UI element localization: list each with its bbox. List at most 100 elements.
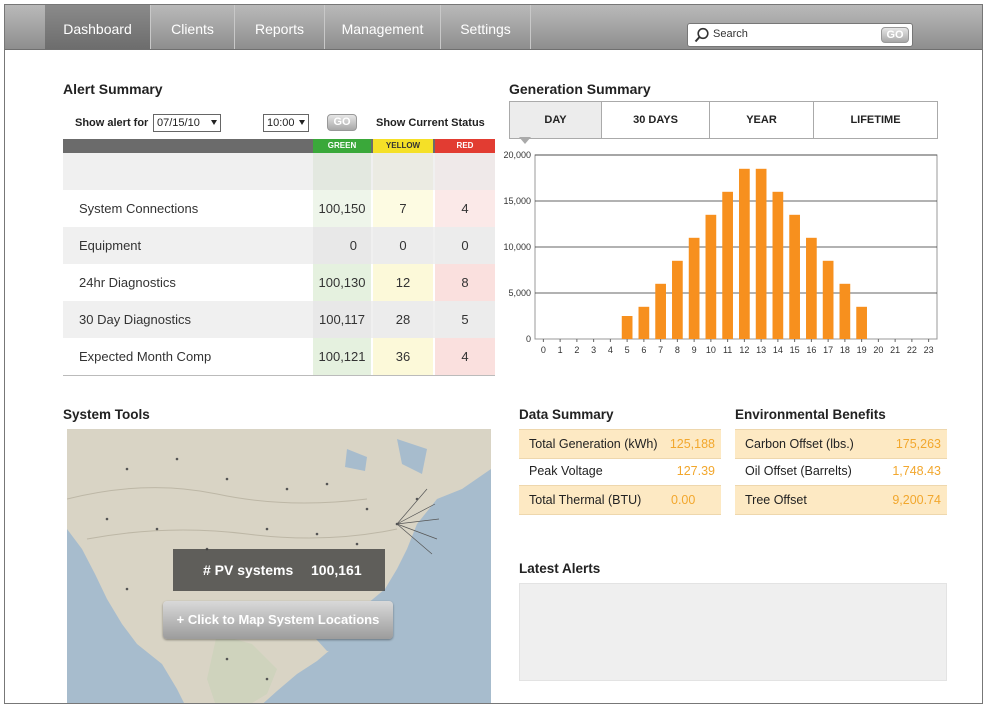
show-status-label: Show Current Status bbox=[376, 117, 485, 129]
chart-bar bbox=[722, 191, 733, 339]
data-summary-title: Data Summary bbox=[519, 407, 614, 422]
table-row-empty bbox=[63, 153, 495, 191]
x-tick-label: 4 bbox=[608, 345, 613, 355]
search-box[interactable]: Search GO bbox=[687, 23, 913, 47]
x-tick-label: 2 bbox=[574, 345, 579, 355]
kv-value: 127.39 bbox=[676, 464, 715, 478]
tab-management[interactable]: Management bbox=[325, 5, 441, 49]
tab-day[interactable]: DAY bbox=[510, 102, 602, 138]
col-header-green: GREEN bbox=[313, 139, 371, 153]
kv-label: Carbon Offset (lbs.) bbox=[745, 437, 854, 451]
table-row[interactable]: 24hr Diagnostics 100,130 12 8 bbox=[63, 264, 495, 302]
green-count: 100,117 bbox=[313, 301, 371, 338]
total-thermal-row: Total Thermal (BTU) 0.00 bbox=[519, 485, 721, 515]
oil-offset-row: Oil Offset (Barrelts) 1,748.43 bbox=[735, 457, 947, 485]
x-tick-label: 19 bbox=[857, 345, 867, 355]
row-label: System Connections bbox=[79, 201, 199, 216]
tab-year[interactable]: YEAR bbox=[710, 102, 814, 138]
kv-value: 125,188 bbox=[669, 437, 715, 451]
chart-bar bbox=[638, 306, 650, 339]
yellow-count: 12 bbox=[373, 264, 433, 301]
red-count: 4 bbox=[435, 190, 495, 227]
search-input[interactable]: Search bbox=[713, 28, 748, 40]
alert-summary-title: Alert Summary bbox=[63, 81, 163, 97]
green-count: 100,150 bbox=[313, 190, 371, 227]
row-label: 30 Day Diagnostics bbox=[79, 312, 191, 327]
kv-label: Total Thermal (BTU) bbox=[529, 493, 642, 507]
chart-bar bbox=[772, 191, 784, 339]
pv-label: # PV systems bbox=[203, 562, 294, 578]
tree-offset-row: Tree Offset 9,200.74 bbox=[735, 485, 947, 515]
peak-voltage-row: Peak Voltage 127.39 bbox=[519, 457, 721, 485]
yellow-count: 36 bbox=[373, 338, 433, 375]
table-row[interactable]: Expected Month Comp 100,121 36 4 bbox=[63, 338, 495, 376]
system-tools-title: System Tools bbox=[63, 407, 150, 422]
tab-lifetime[interactable]: LIFETIME bbox=[814, 102, 937, 138]
y-tick-label: 0 bbox=[526, 334, 531, 344]
x-tick-label: 22 bbox=[907, 345, 917, 355]
x-tick-label: 20 bbox=[873, 345, 883, 355]
table-row[interactable]: System Connections 100,150 7 4 bbox=[63, 190, 495, 228]
chevron-down-icon bbox=[211, 120, 217, 125]
date-select[interactable]: 07/15/10 bbox=[153, 114, 221, 132]
table-row[interactable]: Equipment 0 0 0 bbox=[63, 227, 495, 265]
alert-summary-panel: Show alert for 07/15/10 10:00 GO Show Cu… bbox=[63, 109, 495, 376]
red-count: 8 bbox=[435, 264, 495, 301]
chart-bar bbox=[672, 260, 683, 339]
x-tick-label: 8 bbox=[675, 345, 680, 355]
green-count: 100,130 bbox=[313, 264, 371, 301]
system-map[interactable]: # PV systems 100,161 + Click to Map Syst… bbox=[67, 429, 491, 703]
x-tick-label: 14 bbox=[773, 345, 783, 355]
search-go-button[interactable]: GO bbox=[881, 27, 909, 43]
tab-dashboard[interactable]: Dashboard bbox=[45, 5, 151, 49]
y-tick-label: 15,000 bbox=[503, 196, 531, 206]
x-tick-label: 15 bbox=[790, 345, 800, 355]
x-tick-label: 10 bbox=[706, 345, 716, 355]
table-row[interactable]: 30 Day Diagnostics 100,117 28 5 bbox=[63, 301, 495, 339]
y-tick-label: 10,000 bbox=[503, 242, 531, 252]
pv-systems-box: # PV systems 100,161 bbox=[173, 549, 385, 591]
x-tick-label: 9 bbox=[692, 345, 697, 355]
chevron-down-icon bbox=[299, 120, 305, 125]
x-tick-label: 1 bbox=[558, 345, 563, 355]
kv-label: Peak Voltage bbox=[529, 464, 603, 478]
latest-alerts-title: Latest Alerts bbox=[519, 561, 601, 576]
tab-settings[interactable]: Settings bbox=[441, 5, 531, 49]
row-label: Equipment bbox=[79, 238, 142, 253]
red-count: 0 bbox=[435, 227, 495, 264]
kv-value: 9,200.74 bbox=[892, 493, 941, 507]
col-header-red: RED bbox=[435, 139, 495, 153]
tab-30-days[interactable]: 30 DAYS bbox=[602, 102, 710, 138]
search-icon bbox=[694, 27, 709, 43]
kv-label: Total Generation (kWh) bbox=[529, 437, 658, 451]
green-count: 100,121 bbox=[313, 338, 371, 375]
red-count: 5 bbox=[435, 301, 495, 338]
chart-bar bbox=[688, 237, 700, 339]
x-tick-label: 3 bbox=[591, 345, 596, 355]
tab-clients[interactable]: Clients bbox=[151, 5, 235, 49]
chart-bar bbox=[856, 306, 867, 339]
kv-label: Tree Offset bbox=[745, 493, 807, 507]
kv-label: Oil Offset (Barrelts) bbox=[745, 464, 852, 478]
total-generation-row: Total Generation (kWh) 125,188 bbox=[519, 429, 721, 459]
tab-reports[interactable]: Reports bbox=[235, 5, 325, 49]
generation-bar-chart: 05,00010,00015,00020,0000 1 2 3 4 5 6 7 8 9 10 11 12… bbox=[503, 150, 938, 355]
x-tick-label: 0 bbox=[541, 345, 546, 355]
chart-bar bbox=[739, 168, 750, 339]
chart-bar bbox=[806, 237, 817, 339]
time-value: 10:00 bbox=[267, 117, 295, 129]
col-header-yellow: YELLOW bbox=[373, 139, 433, 153]
chart-bar bbox=[705, 214, 717, 339]
chart-bar bbox=[789, 214, 800, 339]
yellow-count: 28 bbox=[373, 301, 433, 338]
yellow-count: 0 bbox=[373, 227, 433, 264]
y-tick-label: 5,000 bbox=[508, 288, 531, 298]
date-value: 07/15/10 bbox=[157, 117, 200, 129]
row-label: Expected Month Comp bbox=[79, 349, 212, 364]
environmental-title: Environmental Benefits bbox=[735, 407, 886, 422]
time-select[interactable]: 10:00 bbox=[263, 114, 309, 132]
x-tick-label: 18 bbox=[840, 345, 850, 355]
map-system-locations-button[interactable]: + Click to Map System Locations bbox=[163, 601, 393, 639]
alert-go-button[interactable]: GO bbox=[327, 114, 357, 131]
x-tick-label: 11 bbox=[723, 345, 732, 355]
